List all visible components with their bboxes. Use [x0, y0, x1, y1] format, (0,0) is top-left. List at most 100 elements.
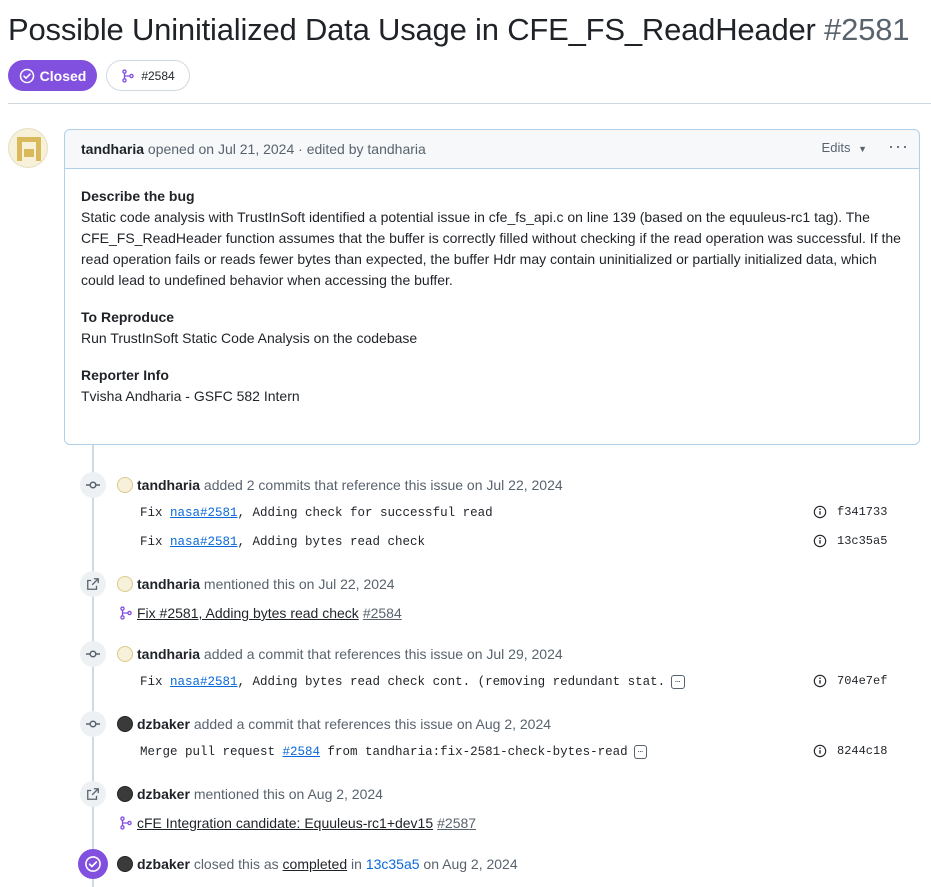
expand-message-button[interactable]: …	[671, 675, 685, 689]
closing-commit-link[interactable]: 13c35a5	[366, 856, 420, 872]
commit-icon	[80, 472, 106, 498]
issue-number: #2581	[824, 12, 910, 47]
pr-title-link[interactable]: cFE Integration candidate: Equuleus-rc1+…	[137, 815, 433, 831]
author-avatar[interactable]	[8, 128, 48, 168]
section-text: Run TrustInSoft Static Code Analysis on …	[81, 330, 418, 346]
event-actor[interactable]: tandharia	[137, 477, 200, 493]
commit-icon	[80, 711, 106, 737]
edits-label: Edits	[821, 140, 851, 155]
closed-check-icon	[78, 849, 108, 879]
pr-number[interactable]: #2587	[437, 815, 476, 831]
pull-request-icon	[120, 816, 132, 830]
commit-prefix: Fix	[140, 535, 171, 549]
section-heading: Describe the bug	[81, 188, 195, 204]
comment-body: Describe the bug Static code analysis wi…	[81, 186, 907, 407]
commit-message: Fix nasa#2581, Adding bytes read check c…	[140, 675, 685, 689]
commit-sha-row: f341733	[813, 505, 887, 519]
timeline-event: tandharia added 2 commits that reference…	[117, 477, 563, 493]
commit-prefix: Fix	[140, 675, 171, 689]
comment-author[interactable]: tandharia	[81, 141, 144, 157]
commit-rest: , Adding bytes read check cont. (removin…	[237, 675, 666, 689]
event-actor[interactable]: tandharia	[137, 576, 200, 592]
avatar[interactable]	[117, 646, 133, 662]
section-text: Tvisha Andharia - GSFC 582 Intern	[81, 388, 300, 404]
issue-title-text: Possible Uninitialized Data Usage in CFE…	[8, 12, 816, 47]
status-label: Closed	[39, 67, 87, 84]
event-actor[interactable]: dzbaker	[137, 786, 190, 802]
commit-sha[interactable]: f341733	[837, 505, 887, 519]
event-actor[interactable]: dzbaker	[137, 716, 190, 732]
edits-dropdown[interactable]: Edits ▼	[822, 140, 867, 155]
commit-sha[interactable]: 8244c18	[837, 744, 887, 758]
event-actor[interactable]: tandharia	[137, 646, 200, 662]
identicon-icon	[17, 137, 41, 161]
avatar[interactable]	[117, 856, 133, 872]
event-text: added a commit that references this issu…	[193, 716, 552, 732]
commit-prefix: Fix	[140, 506, 171, 520]
caret-down-icon: ▼	[858, 144, 867, 154]
timeline-event-closed: dzbaker closed this as completed in 13c3…	[117, 856, 518, 872]
commit-icon	[80, 641, 106, 667]
status-badge: Closed	[8, 60, 97, 91]
section-heading: To Reproduce	[81, 309, 175, 325]
commit-prefix: Merge pull request	[140, 745, 283, 759]
pr-ref-link[interactable]: #2584	[283, 745, 321, 759]
pull-request-icon	[122, 68, 135, 83]
completed-link[interactable]: completed	[283, 856, 348, 872]
comment-meta: tandharia opened on Jul 21, 2024 · edite…	[81, 141, 426, 157]
issue-ref-link[interactable]: nasa#2581	[170, 675, 238, 689]
event-text: mentioned this on Jul 22, 2024	[203, 576, 395, 592]
info-icon[interactable]	[813, 534, 827, 548]
commit-sha[interactable]: 704e7ef	[837, 674, 887, 688]
comment-meta-text: opened on Jul 21, 2024 · edited by tandh…	[147, 141, 426, 157]
expand-message-button[interactable]: …	[633, 745, 648, 759]
issue-ref-link[interactable]: nasa#2581	[170, 535, 238, 549]
avatar[interactable]	[117, 576, 133, 592]
kebab-menu-icon[interactable]: ···	[888, 136, 909, 157]
commit-sha[interactable]: 13c35a5	[837, 534, 887, 548]
event-text: added 2 commits that reference this issu…	[203, 477, 563, 493]
timeline-event: tandharia mentioned this on Jul 22, 2024	[117, 576, 395, 592]
event-text: added a commit that references this issu…	[203, 646, 563, 662]
in-word: in	[351, 856, 362, 872]
issue-title: Possible Uninitialized Data Usage in CFE…	[8, 12, 910, 48]
commit-rest: , Adding bytes read check	[237, 535, 426, 549]
pr-number[interactable]: #2584	[363, 605, 402, 621]
avatar[interactable]	[117, 477, 133, 493]
pull-request-icon	[120, 606, 132, 620]
section-heading: Reporter Info	[81, 367, 169, 383]
timeline-event: tandharia added a commit that references…	[117, 646, 563, 662]
commit-sha-row: 704e7ef	[813, 674, 887, 688]
issue-ref-link[interactable]: nasa#2581	[170, 506, 238, 520]
info-icon[interactable]	[813, 505, 827, 519]
header-divider	[8, 103, 931, 104]
event-text: mentioned this on Aug 2, 2024	[193, 786, 383, 802]
timeline-event: dzbaker mentioned this on Aug 2, 2024	[117, 786, 383, 802]
pr-reference[interactable]: cFE Integration candidate: Equuleus-rc1+…	[119, 815, 476, 831]
commit-rest: from tandharia:fix-2581-check-bytes-read	[320, 745, 628, 759]
avatar[interactable]	[117, 786, 133, 802]
pr-title-link[interactable]: Fix #2581, Adding bytes read check	[137, 605, 359, 621]
event-date: on Aug 2, 2024	[423, 856, 518, 872]
event-actor[interactable]: dzbaker	[137, 856, 190, 872]
comment-header: tandharia opened on Jul 21, 2024 · edite…	[65, 130, 919, 169]
commit-message: Merge pull request #2584 from tandharia:…	[140, 745, 648, 759]
cross-reference-icon	[80, 781, 106, 807]
commit-rest: , Adding check for successful read	[237, 506, 493, 520]
info-icon[interactable]	[813, 674, 827, 688]
timeline-event: dzbaker added a commit that references t…	[117, 716, 551, 732]
commit-sha-row: 8244c18	[813, 744, 887, 758]
commit-sha-row: 13c35a5	[813, 534, 887, 548]
event-text: closed this as	[193, 856, 279, 872]
check-circle-icon	[19, 68, 34, 83]
info-icon[interactable]	[813, 744, 827, 758]
commit-message: Fix nasa#2581, Adding check for successf…	[140, 506, 493, 520]
cross-reference-icon	[80, 571, 106, 597]
pr-reference[interactable]: Fix #2581, Adding bytes read check #2584	[119, 605, 402, 621]
section-text: Static code analysis with TrustInSoft id…	[81, 209, 901, 288]
issue-comment: tandharia opened on Jul 21, 2024 · edite…	[64, 129, 920, 445]
commit-message: Fix nasa#2581, Adding bytes read check	[140, 535, 425, 549]
avatar[interactable]	[117, 716, 133, 732]
linked-pr-number: #2584	[141, 68, 175, 83]
linked-pr-badge[interactable]: #2584	[106, 60, 190, 91]
